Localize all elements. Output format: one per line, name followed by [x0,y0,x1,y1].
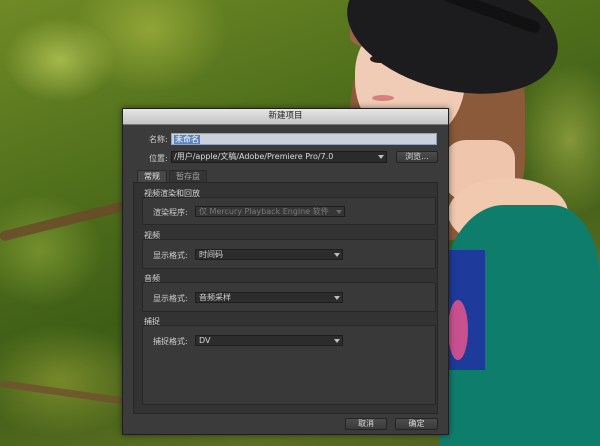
general-panel: 视频渲染和回放 渲染程序: 仅 Mercury Playback Engine … [133,182,438,414]
chevron-down-icon [378,155,384,159]
renderer-dropdown: 仅 Mercury Playback Engine 软件 [195,206,345,217]
renderer-section: 渲染程序: 仅 Mercury Playback Engine 软件 [142,197,436,225]
location-label: 位置: [149,154,168,163]
cancel-button[interactable]: 取消 [345,418,387,430]
tab-scratch-disks[interactable]: 暂存盘 [169,170,207,182]
capture-format-dropdown[interactable]: DV [195,335,343,346]
project-name-value: 未命名 [174,135,200,144]
renderer-label: 渲染程序: [153,208,188,217]
video-format-value: 时间码 [199,250,223,259]
browse-button[interactable]: 浏览... [396,151,438,163]
chevron-down-icon [336,210,342,214]
audio-format-dropdown[interactable]: 音频采样 [195,292,343,303]
capture-section: 捕捉格式: DV [142,325,436,405]
video-format-dropdown[interactable]: 时间码 [195,249,343,260]
new-project-dialog: 新建项目 名称: 未命名 位置: /用户/apple/文稿/Adobe/Prem… [122,108,449,435]
audio-format-value: 音频采样 [199,293,231,302]
location-value: /用户/apple/文稿/Adobe/Premiere Pro/7.0 [174,152,334,161]
audio-section: 显示格式: 音频采样 [142,282,436,312]
chevron-down-icon [334,339,340,343]
ok-button[interactable]: 确定 [395,418,438,430]
dialog-tabs: 常规 暂存盘 [137,170,209,182]
dialog-title: 新建项目 [123,109,448,125]
tree-branch [0,198,138,242]
chevron-down-icon [334,253,340,257]
chevron-down-icon [334,296,340,300]
video-format-label: 显示格式: [153,251,188,260]
audio-format-label: 显示格式: [153,294,188,303]
location-dropdown[interactable]: /用户/apple/文稿/Adobe/Premiere Pro/7.0 [171,151,387,163]
tree-branch [0,380,130,406]
name-label: 名称: [149,135,168,144]
project-name-input[interactable]: 未命名 [171,133,437,145]
renderer-value: 仅 Mercury Playback Engine 软件 [199,207,329,216]
tab-general[interactable]: 常规 [137,170,167,182]
photo-shirt-detail [448,300,468,360]
capture-format-label: 捕捉格式: [153,337,188,346]
photo-lips [372,95,394,101]
video-section: 显示格式: 时间码 [142,239,436,269]
capture-format-value: DV [199,336,211,345]
